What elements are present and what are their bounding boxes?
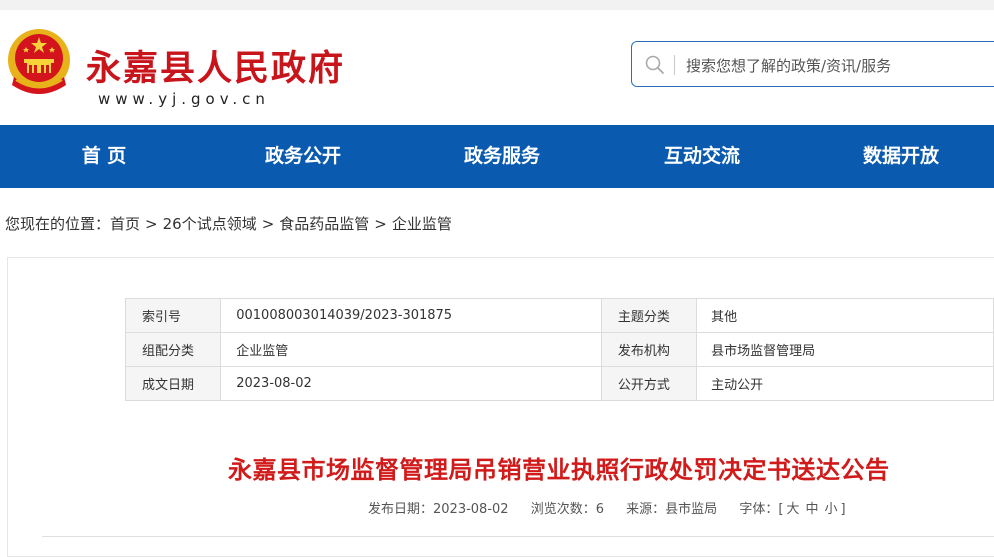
publish-date-value: 2023-08-02 [433, 502, 509, 517]
meta-label-index: 索引号 [124, 298, 222, 333]
font-size-label: 字体： [739, 502, 779, 517]
table-row: 组配分类 企业监管 发布机构 县市场监督管理局 [124, 332, 994, 367]
national-emblem-icon[interactable] [6, 27, 72, 103]
search-icon[interactable] [644, 54, 666, 76]
article-meta: 发布日期：2023-08-02 浏览次数：6 来源：县市监局 字体：[大中小] [368, 498, 864, 517]
nav-home[interactable]: 首 页 [34, 125, 174, 188]
table-row: 索引号 001008003014039/2023-301875 主题分类 其他 [124, 298, 994, 333]
breadcrumb-prefix: 您现在的位置： [5, 215, 111, 233]
source-label: 来源： [626, 502, 666, 517]
nav-interaction[interactable]: 互动交流 [632, 125, 772, 188]
meta-label-written-date: 成文日期 [124, 366, 222, 401]
meta-value-publisher: 县市场监督管理局 [696, 332, 994, 367]
breadcrumb-item-enterprise[interactable]: 企业监管 [392, 215, 452, 233]
document-meta-table: 索引号 001008003014039/2023-301875 主题分类 其他 … [124, 298, 994, 401]
font-size-bracket-close: ] [840, 502, 846, 517]
table-row: 成文日期 2023-08-02 公开方式 主动公开 [124, 366, 994, 401]
meta-value-topic: 其他 [696, 298, 994, 333]
main-nav: 首 页 政务公开 政务服务 互动交流 数据开放 [0, 125, 994, 188]
breadcrumb: 您现在的位置：首页 >26个试点领域 > 食品药品监管 > 企业监管 [5, 213, 452, 234]
publish-date: 发布日期：2023-08-02 [368, 502, 509, 517]
nav-open-data[interactable]: 数据开放 [831, 125, 971, 188]
view-count-label: 浏览次数： [530, 502, 596, 517]
meta-label-topic: 主题分类 [600, 298, 698, 333]
breadcrumb-item-home[interactable]: 首页 [110, 215, 140, 233]
meta-value-disclosure-method: 主动公开 [696, 366, 994, 401]
divider [42, 536, 994, 537]
meta-value-category: 企业监管 [220, 332, 602, 367]
view-count-value: 6 [595, 502, 605, 517]
breadcrumb-separator: > [145, 215, 158, 233]
source: 来源：县市监局 [626, 502, 717, 517]
meta-label-publisher: 发布机构 [600, 332, 698, 367]
meta-value-written-date: 2023-08-02 [220, 366, 602, 401]
font-size-large-button[interactable]: 大 [786, 502, 799, 517]
site-title[interactable]: 永嘉县人民政府 [86, 40, 345, 91]
nav-government-services[interactable]: 政务服务 [432, 125, 572, 188]
search-box[interactable] [631, 41, 994, 87]
site-header: 永嘉县人民政府 www.yj.gov.cn [0, 10, 994, 124]
breadcrumb-item-food-drug[interactable]: 食品药品监管 [279, 215, 369, 233]
meta-label-disclosure-method: 公开方式 [600, 366, 698, 401]
search-divider [674, 55, 675, 75]
view-count: 浏览次数：6 [531, 502, 604, 517]
meta-value-index: 001008003014039/2023-301875 [220, 298, 602, 333]
site-domain: www.yj.gov.cn [98, 90, 270, 108]
source-value: 县市监局 [665, 502, 718, 517]
search-input[interactable] [684, 52, 988, 80]
breadcrumb-separator: > [261, 215, 275, 233]
publish-date-label: 发布日期： [368, 502, 434, 517]
breadcrumb-separator: > [374, 215, 387, 233]
breadcrumb-item-pilot-fields[interactable]: 26个试点领域 [163, 215, 257, 233]
font-size-medium-button[interactable]: 中 [805, 502, 818, 517]
meta-label-category: 组配分类 [124, 332, 222, 367]
article-title: 永嘉县市场监督管理局吊销营业执照行政处罚决定书送达公告 [228, 456, 890, 484]
font-size-control: 字体：[大中小] [739, 502, 845, 517]
top-strip [0, 0, 994, 10]
font-size-small-button[interactable]: 小 [824, 502, 837, 517]
nav-government-affairs-disclosure[interactable]: 政务公开 [233, 125, 373, 188]
font-size-bracket-open: [ [778, 502, 784, 517]
